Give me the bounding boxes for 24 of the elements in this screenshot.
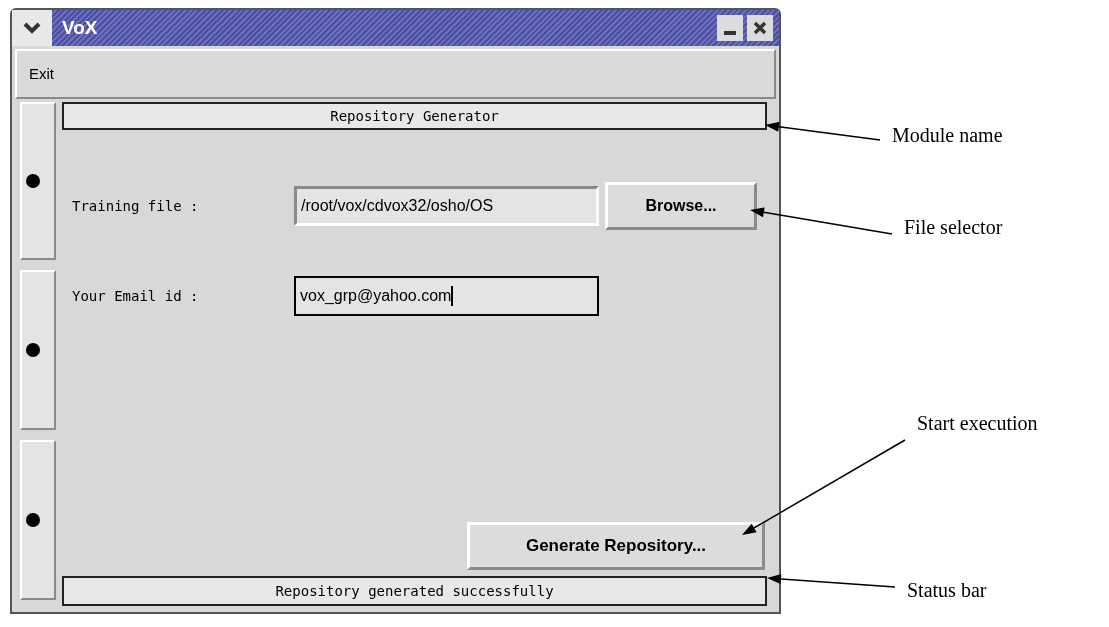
browse-button[interactable]: Browse... <box>605 182 757 230</box>
annotation-label: Module name <box>892 123 1003 147</box>
panel-handle[interactable] <box>20 102 56 260</box>
minimize-icon <box>724 31 736 35</box>
text-field[interactable]: /root/vox/cdvox32/osho/OS <box>294 186 599 226</box>
module-name-label: Repository Generator <box>62 102 767 130</box>
annotation-label: File selector <box>904 215 1003 239</box>
chevron-down-icon <box>23 22 41 34</box>
annotation-label: Start execution <box>917 411 1038 435</box>
status-bar: Repository generated successfully <box>62 576 767 606</box>
minimize-button[interactable] <box>717 15 743 41</box>
generate-button[interactable]: Generate Repository... <box>467 522 765 570</box>
annotation-label: Status bar <box>907 578 987 602</box>
menu-item[interactable]: Exit <box>29 62 54 86</box>
field-label: Your Email id : <box>72 286 200 306</box>
field-label: Training file : <box>72 196 200 216</box>
panel-handle[interactable] <box>20 270 56 430</box>
window-title: VoX <box>62 15 99 40</box>
text-field[interactable]: vox_grp@yahoo.com <box>294 276 599 316</box>
text-cursor <box>451 286 454 306</box>
close-icon <box>753 21 767 35</box>
panel-handle[interactable] <box>20 440 56 600</box>
window-menu-button[interactable] <box>12 10 52 46</box>
close-button[interactable] <box>747 15 773 41</box>
